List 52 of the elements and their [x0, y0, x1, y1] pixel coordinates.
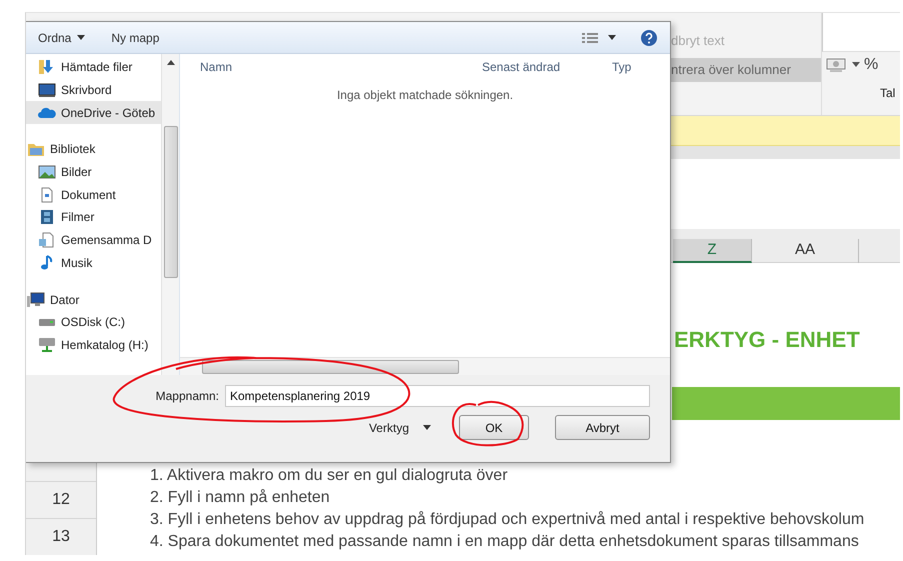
nav-item[interactable]: Dator — [26, 288, 161, 311]
toolbar-button[interactable]: Ny mapp — [103, 30, 168, 44]
view-icon[interactable] — [582, 32, 598, 44]
nav-item[interactable]: Musik — [26, 252, 161, 274]
help-icon[interactable] — [640, 28, 658, 46]
nav-item[interactable]: Hemkatalog (H:) — [26, 334, 161, 356]
nav-item[interactable]: Bilder — [26, 160, 161, 184]
nav-item[interactable]: Skrivbord — [26, 78, 161, 102]
tools-menu-button[interactable]: Verktyg — [368, 420, 431, 434]
dialog-button[interactable]: Avbryt — [555, 415, 650, 440]
document-icon — [38, 232, 56, 248]
nav-item[interactable]: Dokument — [26, 183, 161, 206]
dialog-button[interactable]: OK — [459, 415, 529, 440]
sheet-title: ERKTYG - ENHET — [674, 327, 861, 353]
instruction-text: 3. Fyll i enhetens behov av uppdrag på fördjupad och expertnivå med antal i respektive behovskolum — [150, 510, 866, 530]
nav-item[interactable]: Bibliotek — [26, 138, 161, 161]
column-header[interactable]: Typ — [612, 60, 632, 74]
column-header[interactable]: Namn — [180, 60, 482, 74]
instruction-text: 4. Spara dokumentet med passande namn i en mapp där detta enhetsdokument sparas tillsammans — [150, 532, 860, 552]
currency-icon[interactable] — [826, 57, 848, 73]
scrollbar[interactable] — [180, 357, 670, 375]
scrollbar[interactable] — [161, 54, 179, 375]
empty-message: Inga objekt matchade sökningen. — [336, 88, 514, 102]
folder-arrow-icon — [38, 59, 56, 76]
picture-icon — [38, 164, 56, 180]
nav-item[interactable]: Hämtade filer — [26, 56, 161, 79]
network-drive-icon — [38, 336, 56, 353]
computer-icon — [27, 292, 45, 308]
column-header[interactable]: AA — [752, 239, 859, 263]
nav-item[interactable]: Filmer — [26, 206, 161, 229]
percent-button[interactable]: % — [864, 56, 878, 74]
dropdown-icon[interactable] — [852, 62, 860, 68]
field-label: Mappnamn: — [156, 389, 219, 403]
column-header[interactable]: Senast ändrad — [482, 60, 612, 74]
merge-center-button[interactable]: ntrera över kolumner — [671, 58, 821, 82]
instruction-text: 1. Aktivera makro om du ser en gul dialogruta över — [150, 466, 509, 486]
column-header[interactable]: Z — [673, 239, 752, 263]
instruction-text: 2. Fyll i namn på enheten — [150, 488, 331, 508]
caret-icon — [423, 424, 431, 430]
nav-item[interactable]: OSDisk (C:) — [26, 310, 161, 334]
scroll-up-icon[interactable] — [166, 60, 174, 66]
desktop-icon — [38, 82, 56, 98]
toolbar-button[interactable]: Ordna — [30, 30, 94, 44]
folder-name-field[interactable]: Kompetensplanering 2019 — [225, 385, 650, 407]
library-icon — [27, 141, 45, 158]
row-number[interactable]: 12 — [26, 481, 96, 518]
row-number[interactable]: 13 — [26, 518, 96, 555]
dropdown-icon[interactable] — [608, 34, 616, 40]
nav-item[interactable]: Gemensamma D — [26, 228, 161, 252]
film-icon — [38, 209, 56, 226]
group-label: Tal — [880, 86, 896, 100]
nav-item[interactable]: OneDrive - Göteb — [26, 101, 161, 124]
